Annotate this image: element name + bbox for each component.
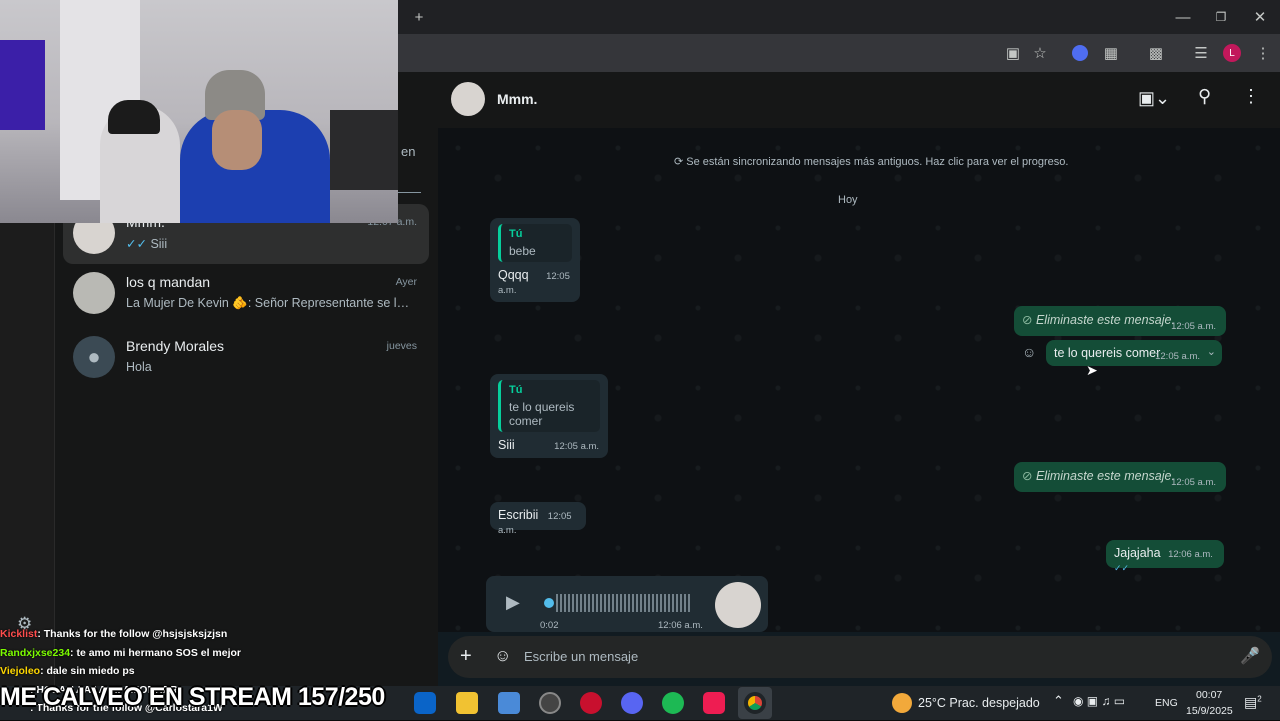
tiktok-icon[interactable] <box>703 692 725 714</box>
conversation-header: Mmm. ▣⌄ ⚲ ⋮ <box>438 72 1280 128</box>
deleted-icon: ⊘ <box>1022 313 1033 327</box>
chat-preview: ✓✓ Siii <box>126 237 168 251</box>
emoji-react-icon[interactable]: ☺ <box>1022 344 1036 360</box>
microphone-icon[interactable]: 🎤 <box>1240 646 1260 666</box>
message-outgoing[interactable]: te lo quereis comer 12:05 a.m. ⌄ <box>1046 340 1222 366</box>
message-incoming[interactable]: Escribii 12:05 a.m. <box>490 502 586 536</box>
chat-preview: Hola <box>126 360 152 374</box>
voice-duration: 0:02 <box>540 620 559 631</box>
chrome-taskbar-button[interactable] <box>738 687 772 719</box>
cast-icon[interactable]: ▩ <box>1143 40 1169 66</box>
chat-name: Brendy Morales <box>126 338 225 354</box>
message-outgoing[interactable]: Jajajaha 12:06 a.m. ✓✓ <box>1106 540 1224 573</box>
quoted-message[interactable]: Tú bebe <box>498 224 572 262</box>
read-ticks-icon: ✓✓ <box>1114 563 1130 573</box>
avatar <box>73 272 115 314</box>
deleted-icon: ⊘ <box>1022 469 1033 483</box>
new-tab-button[interactable]: + <box>406 4 432 30</box>
store-icon[interactable] <box>498 692 520 714</box>
stream-chat-line: Kicklist: Thanks for the follow @hsjsjsk… <box>0 628 228 640</box>
weather-text[interactable]: 25°C Prac. despejado <box>918 696 1040 710</box>
message-composer: + ☺ Escribe un mensaje 🎤 <box>448 636 1272 678</box>
mouse-cursor-icon: ➤ <box>1086 362 1098 378</box>
search-icon[interactable]: ⚲ <box>1198 86 1211 107</box>
chat-item-los-q-mandan[interactable]: los q mandan La Mujer De Kevin 🫵: Señor … <box>63 264 429 324</box>
chevron-down-icon[interactable]: ⌄ <box>1207 345 1216 358</box>
stream-chat-line: Randxjxse234: te amo mi hermano SOS el m… <box>0 646 242 659</box>
contact-avatar[interactable] <box>451 82 485 116</box>
stream-goal-banner: ME CALVEO EN STREAM 157/250 <box>0 683 385 711</box>
play-icon[interactable]: ▶ <box>506 592 520 613</box>
voice-waveform <box>556 594 692 612</box>
notifications-icon[interactable]: ▤2 <box>1244 694 1262 711</box>
attach-plus-icon[interactable]: + <box>460 645 472 668</box>
browser-toolbar: ▣ ☆ ▦ ▩ ☰ L ⋮ <box>398 34 1280 72</box>
media-control-icon[interactable]: ☰ <box>1188 40 1214 66</box>
chat-time: jueves <box>386 340 417 352</box>
menu-dots-icon[interactable]: ⋮ <box>1242 86 1260 107</box>
divider <box>396 192 421 193</box>
message-text: Siii 12:05 a.m. <box>498 438 600 452</box>
video-call-icon[interactable]: ▣⌄ <box>1138 88 1170 109</box>
clock-time[interactable]: 00:07 <box>1196 689 1222 701</box>
message-input[interactable]: Escribe un mensaje <box>524 649 638 664</box>
sticker-icon[interactable]: ☺ <box>494 646 511 666</box>
sender-avatar <box>715 582 761 628</box>
chrome-icon <box>744 692 766 714</box>
chat-item-brendy-morales[interactable]: ● Brendy Morales Hola jueves <box>63 328 429 388</box>
read-ticks-icon: ✓✓ <box>126 237 147 251</box>
message-deleted[interactable]: ⊘ Eliminaste este mensaje. 12:05 a.m. <box>1014 306 1226 336</box>
default-avatar-icon: ● <box>73 336 115 378</box>
webcam-overlay <box>0 0 398 223</box>
voice-message[interactable]: ▶ 0:02 12:06 a.m. <box>486 576 768 632</box>
clock-date[interactable]: 15/9/2025 <box>1186 705 1233 717</box>
minimize-icon[interactable]: — <box>1170 4 1196 30</box>
stream-chat-line: Viejoleo: dale sin miedo ps <box>0 665 135 677</box>
discord-icon[interactable] <box>621 692 643 714</box>
message-text: Qqqq 12:05 a.m. <box>498 268 570 296</box>
maximize-icon[interactable]: ❐ <box>1208 4 1234 30</box>
chat-name: los q mandan <box>126 274 211 290</box>
message-incoming[interactable]: Tú bebe Qqqq 12:05 a.m. <box>490 218 580 302</box>
chat-time: Ayer <box>395 276 417 288</box>
opera-icon[interactable] <box>580 692 602 714</box>
tray-icons[interactable]: ◉ ▣ ♫ ▭ <box>1073 694 1125 708</box>
cap-black <box>108 100 160 134</box>
bookmark-star-icon[interactable]: ☆ <box>1027 40 1053 66</box>
voice-time: 12:06 a.m. <box>658 620 703 631</box>
weather-icon <box>892 693 912 713</box>
message-deleted[interactable]: ⊘ Eliminaste este mensaje. 12:05 a.m. <box>1014 462 1226 492</box>
profile-avatar[interactable]: L <box>1223 44 1241 62</box>
message-incoming[interactable]: Tú te lo quereis comer Siii 12:05 a.m. <box>490 374 608 458</box>
tab-strip: + — ❐ ✕ <box>398 0 1280 34</box>
close-icon[interactable]: ✕ <box>1247 4 1273 30</box>
sync-icon: ⟳ <box>674 156 684 168</box>
sync-notice[interactable]: ⟳ Se están sincronizando mensajes más an… <box>674 155 1068 168</box>
chair <box>330 110 398 190</box>
partial-label: en <box>401 144 416 159</box>
extensions-puzzle-icon[interactable]: ▦ <box>1098 40 1124 66</box>
obs-icon[interactable] <box>539 692 561 714</box>
install-app-icon[interactable]: ▣ <box>1000 40 1026 66</box>
browser-menu-icon[interactable]: ⋮ <box>1250 40 1276 66</box>
face <box>212 110 262 170</box>
language-indicator[interactable]: ENG <box>1155 697 1178 709</box>
chat-preview: La Mujer De Kevin 🫵: Señor Representante… <box>126 296 416 310</box>
contact-name[interactable]: Mmm. <box>497 91 537 107</box>
date-divider: Hoy <box>838 194 858 206</box>
spotify-icon[interactable] <box>662 692 684 714</box>
file-explorer-icon[interactable] <box>456 692 478 714</box>
quoted-message[interactable]: Tú te lo quereis comer <box>498 380 600 432</box>
tray-chevron-icon[interactable]: ⌃ <box>1053 693 1064 709</box>
playback-scrubber[interactable] <box>544 598 554 608</box>
extension-icon[interactable] <box>1072 45 1088 61</box>
monitor-glow <box>0 40 45 130</box>
